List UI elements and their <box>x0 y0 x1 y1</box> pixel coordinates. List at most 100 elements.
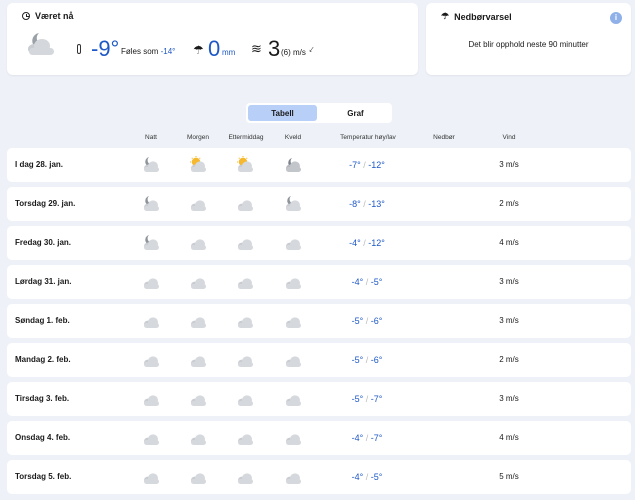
temperature-high-low: -5° / -6° <box>351 355 383 365</box>
table-row[interactable]: Torsdag 29. jan. -8° / -13° 2 m/s <box>7 187 631 221</box>
temperature-high-low: -4° / -5° <box>351 472 383 482</box>
cloud-icon <box>188 468 208 485</box>
precipitation-forecast-message: Det blir opphold neste 90 minutter <box>468 40 589 49</box>
moon-cloud-icon <box>141 234 161 251</box>
row-wind: 3 m/s <box>499 394 519 403</box>
row-wind: 5 m/s <box>499 472 519 481</box>
cloud-icon <box>141 312 161 329</box>
cloud-icon <box>283 390 303 407</box>
cloudy-moon-icon <box>25 30 57 56</box>
moon-cloud-dark-icon <box>283 156 303 173</box>
row-wind: 4 m/s <box>499 238 519 247</box>
cloud-icon <box>188 312 208 329</box>
row-day: Fredag 30. jan. <box>15 238 72 247</box>
column-header-morning: Morgen <box>186 134 210 141</box>
wind-icon: ≋ <box>251 41 262 56</box>
table-row[interactable]: Fredag 30. jan. -4° / -12° 4 m/s <box>7 226 631 260</box>
cloud-icon <box>188 351 208 368</box>
column-header-evening: Kveld <box>284 134 302 141</box>
cloud-icon <box>141 351 161 368</box>
cloud-icon <box>235 468 255 485</box>
tab-graph[interactable]: Graf <box>321 105 390 121</box>
feels-like: Føles som -14° <box>121 47 176 56</box>
moon-cloud-icon <box>141 195 161 212</box>
cloud-icon <box>141 468 161 485</box>
umbrella-icon: ☂ <box>441 11 450 21</box>
temperature-high-low: -4° / -7° <box>351 433 383 443</box>
precipitation-forecast-card[interactable]: ☂ Nedbørvarsel i Det blir opphold neste … <box>426 3 631 75</box>
row-wind: 2 m/s <box>499 199 519 208</box>
column-header-temperature: Temperatur høy/lav <box>340 134 396 141</box>
table-row[interactable]: Søndag 1. feb. -5° / -6° 3 m/s <box>7 304 631 338</box>
current-weather-title: Været nå <box>22 11 74 21</box>
row-wind: 2 m/s <box>499 355 519 364</box>
current-gust: (6) m/s <box>281 48 306 57</box>
table-row[interactable]: Torsdag 5. feb. -4° / -5° 5 m/s <box>7 460 631 494</box>
row-day: Tirsdag 3. feb. <box>15 394 70 403</box>
cloud-icon <box>141 273 161 290</box>
wind-direction-arrow-icon: ↓ <box>306 43 317 56</box>
table-row[interactable]: Tirsdag 3. feb. -5° / -7° 3 m/s <box>7 382 631 416</box>
temperature-high-low: -4° / -12° <box>349 238 385 248</box>
sun-cloud-icon <box>235 156 255 173</box>
cloud-icon <box>235 273 255 290</box>
info-icon[interactable]: i <box>610 12 622 24</box>
umbrella-icon: ☂ <box>193 43 204 57</box>
cloud-icon <box>188 195 208 212</box>
cloud-icon <box>141 429 161 446</box>
cloud-icon <box>235 351 255 368</box>
row-day: Søndag 1. feb. <box>15 316 70 325</box>
row-wind: 3 m/s <box>499 277 519 286</box>
moon-cloud-icon <box>283 195 303 212</box>
table-row[interactable]: Mandag 2. feb. -5° / -6° 2 m/s <box>7 343 631 377</box>
cloud-icon <box>235 312 255 329</box>
cloud-icon <box>283 234 303 251</box>
table-row[interactable]: Lørdag 31. jan. -4° / -5° 3 m/s <box>7 265 631 299</box>
cloud-icon <box>283 273 303 290</box>
column-header-afternoon: Ettermiddag <box>228 134 264 141</box>
tab-table[interactable]: Tabell <box>248 105 317 121</box>
current-wind: 3 <box>268 36 281 61</box>
column-header-night: Natt <box>145 134 157 141</box>
row-day: Lørdag 31. jan. <box>15 277 72 286</box>
cloud-icon <box>235 429 255 446</box>
cloud-icon <box>283 468 303 485</box>
thermometer-icon <box>77 44 81 54</box>
cloud-icon <box>283 312 303 329</box>
column-header-wind: Vind <box>502 134 516 141</box>
cloud-icon <box>283 351 303 368</box>
precipitation-unit: mm <box>222 48 236 57</box>
temperature-high-low: -4° / -5° <box>351 277 383 287</box>
cloud-icon <box>188 429 208 446</box>
cloud-icon <box>235 234 255 251</box>
cloud-icon <box>235 195 255 212</box>
cloud-icon <box>188 390 208 407</box>
cloud-icon <box>188 234 208 251</box>
precipitation-forecast-title: ☂ Nedbørvarsel <box>441 11 512 22</box>
cloud-icon <box>283 429 303 446</box>
column-header-precipitation: Nedbør <box>433 134 455 141</box>
temperature-high-low: -5° / -6° <box>351 316 383 326</box>
current-weather-card: Været nå -9° Føles som -14° ☂ 0 mm ≋ 3 (… <box>7 3 418 75</box>
sun-cloud-icon <box>188 156 208 173</box>
temperature-high-low: -7° / -12° <box>349 160 385 170</box>
current-temperature: -9° <box>91 36 120 61</box>
row-day: Torsdag 29. jan. <box>15 199 76 208</box>
row-day: I dag 28. jan. <box>15 160 64 169</box>
cloud-icon <box>188 273 208 290</box>
clock-icon <box>22 12 30 20</box>
temperature-high-low: -8° / -13° <box>349 199 385 209</box>
row-day: Mandag 2. feb. <box>15 355 71 364</box>
row-wind: 4 m/s <box>499 433 519 442</box>
view-toggle: Tabell Graf <box>246 103 392 123</box>
table-row[interactable]: Onsdag 4. feb. -4° / -7° 4 m/s <box>7 421 631 455</box>
table-row[interactable]: I dag 28. jan. -7° / -12° 3 m/s <box>7 148 631 182</box>
cloud-icon <box>141 390 161 407</box>
row-wind: 3 m/s <box>499 160 519 169</box>
row-day: Torsdag 5. feb. <box>15 472 72 481</box>
row-day: Onsdag 4. feb. <box>15 433 71 442</box>
temperature-high-low: -5° / -7° <box>351 394 383 404</box>
current-precipitation: 0 <box>208 36 221 61</box>
cloud-icon <box>235 390 255 407</box>
moon-cloud-icon <box>141 156 161 173</box>
